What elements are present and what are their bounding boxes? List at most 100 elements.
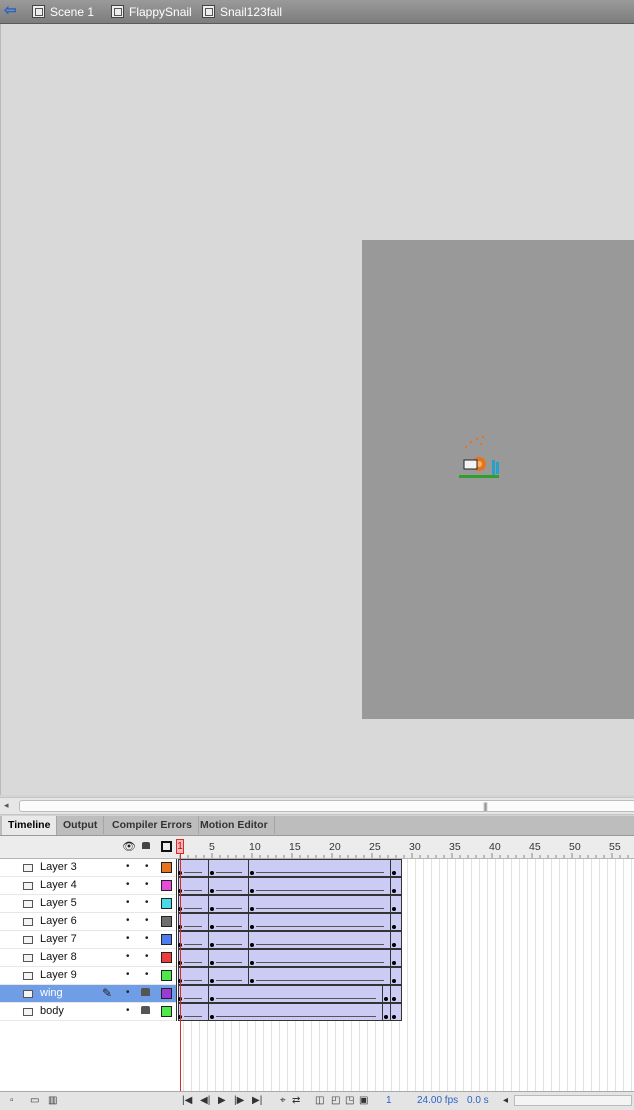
layer-row[interactable]: Layer 6 • • <box>0 913 176 931</box>
keyframe-dot[interactable] <box>392 943 396 947</box>
footer-scroll-track[interactable] <box>514 1095 632 1106</box>
back-arrow-icon[interactable]: ⇦ <box>4 3 22 18</box>
horizontal-scrollbar[interactable]: ◂ ||| <box>0 797 634 815</box>
keyframe-dot[interactable] <box>392 907 396 911</box>
scroll-left-arrow-icon[interactable]: ◂ <box>4 800 9 811</box>
onion-markers-icon[interactable]: ▣ <box>359 1095 368 1106</box>
lock-dot[interactable]: • <box>145 933 149 944</box>
lock-dot[interactable]: • <box>145 915 149 926</box>
first-frame-icon[interactable]: |◀ <box>182 1095 192 1106</box>
keyframe-dot[interactable] <box>210 871 214 875</box>
lock-dot[interactable]: • <box>145 969 149 980</box>
lock-dot[interactable]: • <box>145 861 149 872</box>
layer-color-swatch[interactable] <box>161 880 172 891</box>
ruler-label[interactable]: 35 <box>449 841 461 853</box>
lock-dot[interactable]: • <box>145 951 149 962</box>
keyframe-dot[interactable] <box>392 889 396 893</box>
lock-dot[interactable]: • <box>145 897 149 908</box>
keyframe-dot[interactable] <box>392 979 396 983</box>
visibility-dot[interactable]: • <box>126 969 130 980</box>
snail-sprite[interactable] <box>362 240 634 719</box>
playhead[interactable]: 1 <box>176 839 184 854</box>
ruler-label[interactable]: 25 <box>369 841 381 853</box>
layer-row[interactable]: wing ✎ • <box>0 985 176 1003</box>
breadcrumb-scene[interactable]: Scene 1 <box>32 0 94 23</box>
keyframe-dot[interactable] <box>210 889 214 893</box>
last-frame-icon[interactable]: ▶| <box>252 1095 262 1106</box>
keyframe-dot[interactable] <box>250 943 254 947</box>
layer-row[interactable]: body • <box>0 1003 176 1021</box>
pasteboard[interactable] <box>0 24 634 795</box>
keyframe-dot[interactable] <box>210 979 214 983</box>
visibility-dot[interactable]: • <box>126 987 130 998</box>
scrollbar-thumb[interactable]: ||| <box>19 800 634 812</box>
onion-outline-icon[interactable]: ◰ <box>331 1095 340 1106</box>
eye-icon[interactable]: 👁 <box>122 840 136 853</box>
lock-icon[interactable] <box>141 1006 150 1014</box>
keyframe-dot[interactable] <box>384 997 388 1001</box>
keyframe-dot[interactable] <box>210 907 214 911</box>
tab-compiler-errors[interactable]: Compiler Errors <box>106 816 199 834</box>
prev-frame-icon[interactable]: ◀| <box>200 1095 210 1106</box>
layer-color-swatch[interactable] <box>161 898 172 909</box>
tab-motion-editor[interactable]: Motion Editor <box>194 816 275 834</box>
time-readout[interactable]: 0.0 s <box>467 1095 489 1106</box>
new-layer-icon[interactable]: ▫ <box>10 1095 14 1106</box>
keyframe-dot[interactable] <box>210 925 214 929</box>
visibility-dot[interactable]: • <box>126 915 130 926</box>
layer-color-swatch[interactable] <box>161 916 172 927</box>
edit-multiple-icon[interactable]: ◳ <box>345 1095 354 1106</box>
keyframe-dot[interactable] <box>250 871 254 875</box>
ruler-label[interactable]: 40 <box>489 841 501 853</box>
visibility-dot[interactable]: • <box>126 933 130 944</box>
layer-name[interactable]: Layer 3 <box>40 861 77 873</box>
keyframe-dot[interactable] <box>250 979 254 983</box>
layer-name[interactable]: Layer 6 <box>40 915 77 927</box>
keyframe-dot[interactable] <box>392 925 396 929</box>
layer-name[interactable]: Layer 4 <box>40 879 77 891</box>
frames-grid[interactable] <box>176 859 634 1091</box>
visibility-dot[interactable]: • <box>126 879 130 890</box>
keyframe-dot[interactable] <box>392 1015 396 1019</box>
layer-color-swatch[interactable] <box>161 952 172 963</box>
ruler-label[interactable]: 15 <box>289 841 301 853</box>
keyframe-dot[interactable] <box>384 1015 388 1019</box>
tab-output[interactable]: Output <box>57 816 105 834</box>
onion-skin-icon[interactable]: ◫ <box>315 1095 324 1106</box>
visibility-dot[interactable]: • <box>126 1005 130 1016</box>
play-icon[interactable]: ▶ <box>218 1095 226 1106</box>
stage[interactable] <box>362 240 634 719</box>
keyframe-dot[interactable] <box>250 907 254 911</box>
scroll-left-arrow-icon[interactable]: ◂ <box>503 1095 508 1106</box>
layer-color-swatch[interactable] <box>161 988 172 999</box>
lock-dot[interactable]: • <box>145 879 149 890</box>
breadcrumb-snail123fall[interactable]: Snail123fall <box>202 0 282 23</box>
loop-icon[interactable]: ⇄ <box>292 1095 300 1106</box>
layer-color-swatch[interactable] <box>161 934 172 945</box>
tab-timeline[interactable]: Timeline <box>2 816 58 835</box>
ruler-label[interactable]: 50 <box>569 841 581 853</box>
layer-name[interactable]: body <box>40 1005 64 1017</box>
lock-icon[interactable] <box>141 988 150 996</box>
visibility-dot[interactable]: • <box>126 951 130 962</box>
layer-name[interactable]: wing <box>40 987 63 999</box>
playhead-line[interactable] <box>180 845 181 1091</box>
keyframe-dot[interactable] <box>250 925 254 929</box>
ruler-label[interactable]: 10 <box>249 841 261 853</box>
keyframe-dot[interactable] <box>392 961 396 965</box>
ruler-label[interactable]: 55 <box>609 841 621 853</box>
outline-icon[interactable] <box>161 841 172 852</box>
layer-row[interactable]: Layer 9 • • <box>0 967 176 985</box>
layer-color-swatch[interactable] <box>161 862 172 873</box>
layer-color-swatch[interactable] <box>161 970 172 981</box>
fps-readout[interactable]: 24.00 fps <box>417 1095 458 1106</box>
layer-row[interactable]: Layer 5 • • <box>0 895 176 913</box>
keyframe-dot[interactable] <box>250 889 254 893</box>
visibility-dot[interactable]: • <box>126 861 130 872</box>
ruler-label[interactable]: 5 <box>209 841 215 853</box>
new-folder-icon[interactable]: ▭ <box>30 1095 39 1106</box>
frame-ruler[interactable]: 5 10 15 20 25 30 35 40 45 50 55 <box>0 836 634 858</box>
delete-icon[interactable]: ▥ <box>48 1095 57 1106</box>
layer-row[interactable]: Layer 8 • • <box>0 949 176 967</box>
keyframe-dot[interactable] <box>210 961 214 965</box>
